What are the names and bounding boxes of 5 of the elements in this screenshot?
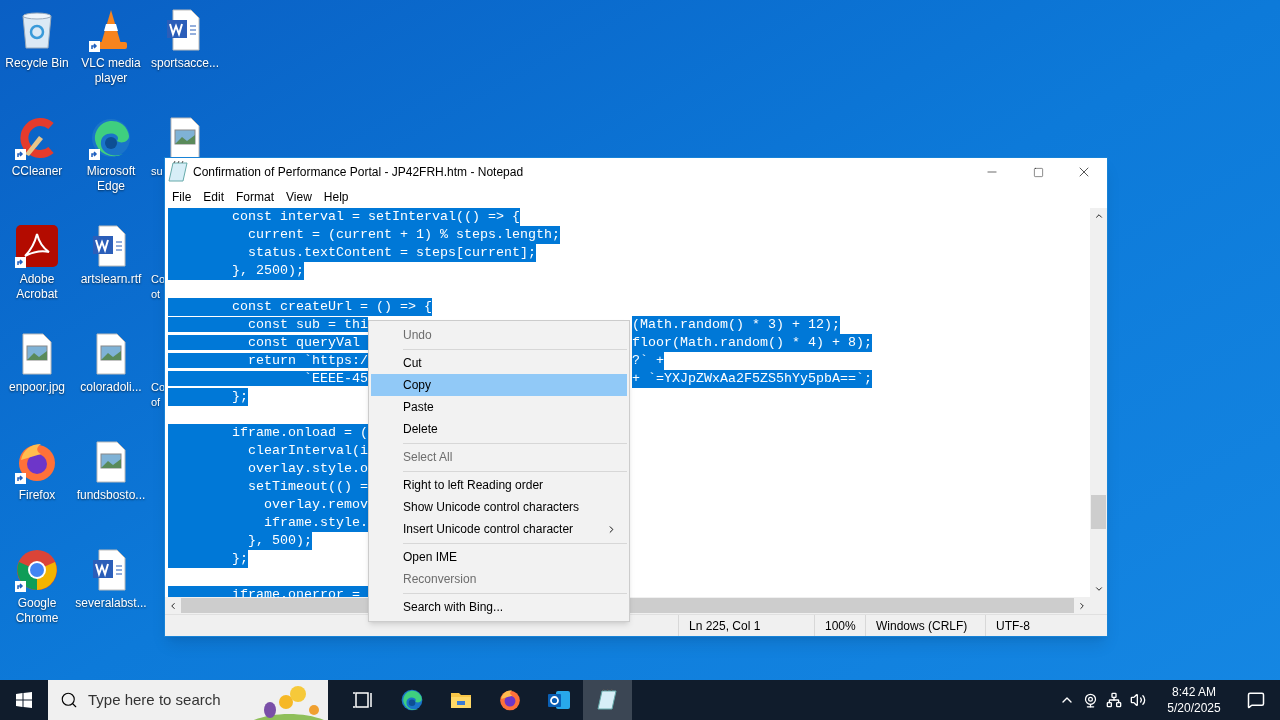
status-bar-text: UTF-8 <box>985 615 1065 636</box>
status-bar-text: Windows (CRLF) <box>865 615 985 636</box>
status-bar-text: 100% <box>814 615 865 636</box>
window-title: Confirmation of Performance Portal - JP42FRH.htm - Notepad <box>193 164 524 181</box>
status-bar-text: Ln 225, Col 1 <box>678 615 814 636</box>
